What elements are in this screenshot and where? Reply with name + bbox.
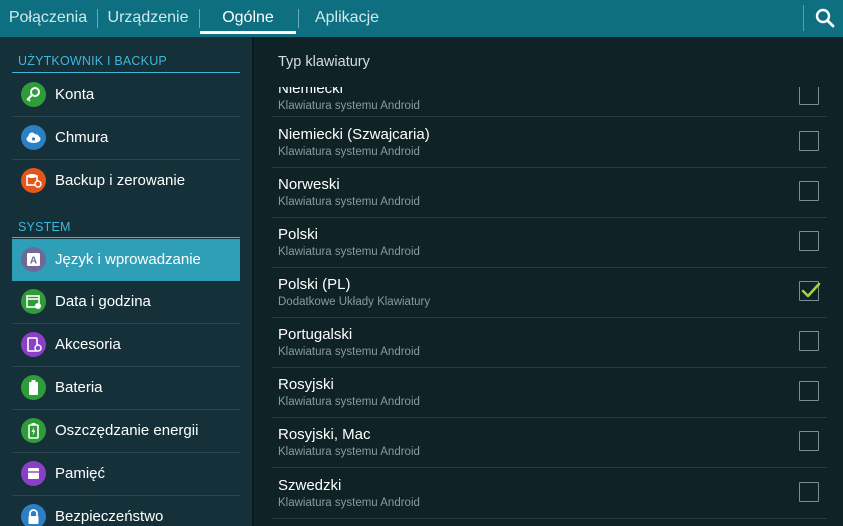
tab-divider: [97, 9, 98, 28]
section-divider: [12, 237, 240, 238]
list-item[interactable]: Rosyjski Klawiatura systemu Android: [272, 367, 827, 417]
keyboard-type-panel: Typ klawiatury Niemiecki Klawiatura syst…: [254, 37, 843, 526]
checkbox[interactable]: [799, 381, 819, 401]
item-subtitle: Klawiatura systemu Android: [278, 497, 420, 509]
svg-text:A: A: [30, 256, 37, 267]
backup-icon: [21, 168, 46, 193]
top-tab-bar: Połączenia Urządzenie Ogólne Aplikacje: [0, 0, 843, 37]
item-name: Rosyjski, Mac: [278, 426, 371, 443]
checkbox[interactable]: [799, 431, 819, 451]
checkmark-icon: [801, 282, 821, 298]
sidebar-item-bezpieczenstwo[interactable]: Bezpieczeństwo: [12, 496, 240, 526]
power-saving-icon: [21, 418, 46, 443]
sidebar-item-konta[interactable]: Konta: [12, 74, 240, 116]
item-name: Niemiecki: [278, 87, 344, 97]
tab-divider: [298, 9, 299, 28]
keyboard-a-icon: A: [21, 247, 46, 272]
section-header-system: SYSTEM: [18, 220, 71, 234]
row-divider: [272, 518, 827, 519]
sidebar-item-label: Chmura: [55, 129, 109, 146]
sidebar-item-label: Język i wprowadzanie: [55, 251, 201, 268]
item-name: Portugalski: [278, 326, 353, 343]
tab-polaczenia[interactable]: Połączenia: [0, 0, 96, 37]
checkbox[interactable]: [799, 131, 819, 151]
item-name: Szwedzki: [278, 477, 342, 494]
sidebar-item-akcesoria[interactable]: Akcesoria: [12, 324, 240, 366]
accessory-icon: [21, 332, 46, 357]
item-name: Rosyjski: [278, 376, 334, 393]
sidebar-item-oszczedzanie[interactable]: Oszczędzanie energii: [12, 410, 240, 452]
list-item[interactable]: Polski Klawiatura systemu Android: [272, 217, 827, 267]
list-item[interactable]: Norweski Klawiatura systemu Android: [272, 167, 827, 217]
item-subtitle: Klawiatura systemu Android: [278, 246, 420, 258]
sidebar-item-pamiec[interactable]: Pamięć: [12, 453, 240, 495]
tab-aplikacje[interactable]: Aplikacje: [300, 0, 394, 37]
item-subtitle: Klawiatura systemu Android: [278, 196, 420, 208]
key-icon: [21, 82, 46, 107]
item-name: Niemiecki (Szwajcaria): [278, 126, 430, 143]
checkbox[interactable]: [799, 87, 819, 105]
section-divider: [12, 72, 240, 73]
item-name: Polski (PL): [278, 276, 351, 293]
sidebar-item-jezyk[interactable]: A Język i wprowadzanie: [12, 239, 240, 281]
list-item[interactable]: Niemiecki (Szwajcaria) Klawiatura system…: [272, 117, 827, 167]
list-item[interactable]: Polski (PL) Dodatkowe Układy Klawiatury: [272, 267, 827, 317]
sidebar-item-label: Konta: [55, 86, 95, 103]
list-item[interactable]: Portugalski Klawiatura systemu Android: [272, 317, 827, 367]
sidebar-item-label: Bezpieczeństwo: [55, 508, 164, 525]
sidebar-item-label: Pamięć: [55, 465, 106, 482]
item-name: Norweski: [278, 176, 340, 193]
checkbox[interactable]: [799, 231, 819, 251]
list-item[interactable]: Rosyjski, Mac Klawiatura systemu Android: [272, 417, 827, 467]
item-subtitle: Klawiatura systemu Android: [278, 396, 420, 408]
active-tab-indicator: [200, 31, 296, 34]
section-header-user-backup: UŻYTKOWNIK I BACKUP: [18, 54, 167, 68]
item-subtitle: Klawiatura systemu Android: [278, 346, 420, 358]
sidebar-item-backup[interactable]: Backup i zerowanie: [12, 160, 240, 202]
search-icon: [815, 8, 835, 28]
sidebar-item-data-godzina[interactable]: Data i godzina: [12, 281, 240, 323]
item-subtitle: Klawiatura systemu Android: [278, 446, 420, 458]
checkbox-checked[interactable]: [799, 281, 821, 301]
sidebar-item-label: Bateria: [55, 379, 103, 396]
sidebar-item-chmura[interactable]: Chmura: [12, 117, 240, 159]
item-subtitle: Klawiatura systemu Android: [278, 146, 420, 158]
item-subtitle: Klawiatura systemu Android: [278, 100, 420, 112]
keyboard-type-list: Niemiecki Klawiatura systemu Android Nie…: [272, 87, 827, 526]
lock-icon: [21, 504, 46, 526]
checkbox[interactable]: [799, 181, 819, 201]
list-item[interactable]: Szwedzki Klawiatura systemu Android: [272, 468, 827, 518]
calendar-icon: [21, 289, 46, 314]
item-subtitle: Dodatkowe Układy Klawiatury: [278, 296, 431, 308]
sidebar-item-label: Akcesoria: [55, 336, 121, 353]
sidebar-item-label: Backup i zerowanie: [55, 172, 186, 189]
panel-title: Typ klawiatury: [278, 54, 370, 70]
sidebar-item-label: Data i godzina: [55, 293, 151, 310]
cloud-icon: [21, 125, 46, 150]
search-divider: [803, 5, 804, 31]
search-button[interactable]: [812, 6, 838, 30]
checkbox[interactable]: [799, 482, 819, 502]
checkbox[interactable]: [799, 331, 819, 351]
storage-icon: [21, 461, 46, 486]
sidebar-item-bateria[interactable]: Bateria: [12, 367, 240, 409]
battery-icon: [21, 375, 46, 400]
tab-urzadzenie[interactable]: Urządzenie: [100, 0, 196, 37]
item-name: Polski: [278, 226, 319, 243]
sidebar-item-label: Oszczędzanie energii: [55, 422, 199, 439]
